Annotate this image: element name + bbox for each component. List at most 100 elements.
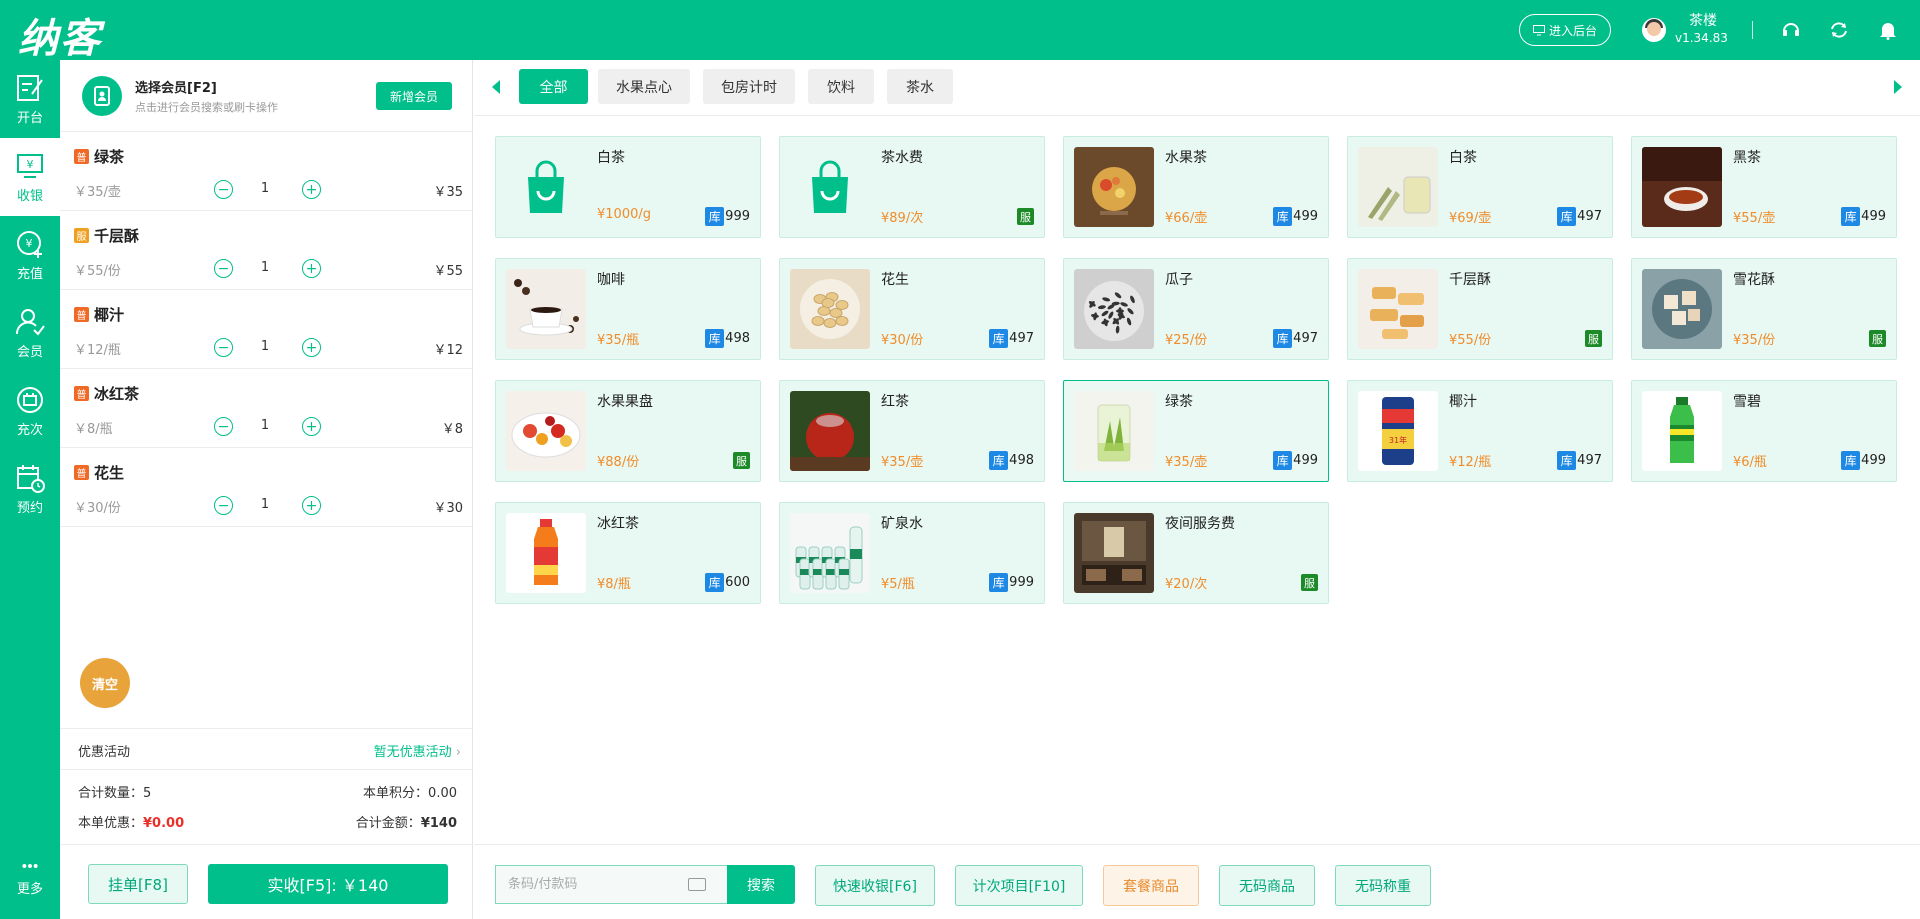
product-card[interactable]: 茶水费 ¥89/次 服 [779, 136, 1045, 238]
minus-icon[interactable]: − [214, 417, 233, 436]
product-name: 花生 [881, 272, 909, 288]
new-member-button[interactable]: 新增会员 [376, 82, 452, 110]
nav-count-card[interactable]: 充次 [0, 372, 60, 450]
category-tab[interactable]: 水果点心 [598, 69, 690, 104]
minus-icon[interactable]: − [214, 496, 233, 515]
coffee-photo [506, 269, 586, 349]
promo-row[interactable]: 优惠活动 暂无优惠活动 › [60, 728, 473, 770]
cart-footer: 挂单[F8] 实收[F5]: ￥140 [60, 844, 473, 919]
cart-item-name: 绿茶 [94, 148, 125, 166]
category-next-icon[interactable] [1894, 80, 1902, 94]
no-code-weigh-button[interactable]: 无码称重 [1335, 865, 1431, 906]
plus-icon[interactable]: + [302, 338, 321, 357]
chevron-right-icon: › [455, 745, 461, 760]
minus-icon[interactable]: − [214, 259, 233, 278]
product-card[interactable]: 冰红茶 ¥8/瓶 库 600 [495, 502, 761, 604]
stock-badge: 库 [705, 573, 725, 592]
category-tab[interactable]: 包房计时 [703, 69, 795, 104]
quick-cash-button[interactable]: 快速收银[F6] [815, 865, 935, 906]
cart-item-unit-price: ￥12/瓶 [74, 343, 121, 358]
count-item-button[interactable]: 计次项目[F10] [955, 865, 1083, 906]
nav-more[interactable]: 更多 [0, 838, 60, 916]
cart-item[interactable]: 普绿茶 ￥35/壶 − 1 + ￥35 [60, 132, 473, 211]
product-card[interactable]: 夜间服务费 ¥20/次 服 [1063, 502, 1329, 604]
product-price: ¥55/份 [1449, 333, 1492, 348]
member-select-bar[interactable]: 选择会员[F2] 点击进行会员搜索或刷卡操作 新增会员 [60, 60, 473, 132]
cart-item[interactable]: 普椰汁 ￥12/瓶 − 1 + ￥12 [60, 290, 473, 369]
search-button[interactable]: 搜索 [727, 865, 795, 904]
product-card[interactable]: 白茶 ¥69/壶 库 497 [1347, 136, 1613, 238]
plus-icon[interactable]: + [302, 259, 321, 278]
cart-item-qty[interactable]: 1 [255, 339, 275, 354]
clear-cart-button[interactable]: 清空 [80, 658, 130, 708]
hold-order-button[interactable]: 挂单[F8] [88, 864, 188, 904]
product-card[interactable]: 花生 ¥30/份 库 497 [779, 258, 1045, 360]
product-card[interactable]: 咖啡 ¥35/瓶 库 498 [495, 258, 761, 360]
nav-cashier[interactable]: ¥ 收银 [0, 138, 60, 216]
cart-item[interactable]: 普花生 ￥30/份 − 1 + ￥30 [60, 448, 473, 527]
category-tab[interactable]: 饮料 [808, 69, 874, 104]
cart-item-unit-price: ￥8/瓶 [74, 422, 113, 437]
ice-tea-bottle-photo [506, 513, 586, 593]
pay-button[interactable]: 实收[F5]: ￥140 [208, 864, 448, 904]
plus-icon[interactable]: + [302, 417, 321, 436]
cart-item[interactable]: 服千层酥 ￥55/份 − 1 + ￥55 [60, 211, 473, 290]
stock-count: 库 497 [1557, 207, 1602, 226]
app-logo: 纳客 [18, 16, 102, 62]
sync-icon[interactable] [1828, 19, 1850, 41]
combo-product-button[interactable]: 套餐商品 [1103, 865, 1199, 906]
minus-icon[interactable]: − [214, 180, 233, 199]
product-price: ¥6/瓶 [1733, 455, 1767, 470]
no-code-product-button[interactable]: 无码商品 [1219, 865, 1315, 906]
nav-open-table[interactable]: 开台 [0, 60, 60, 138]
product-card[interactable]: 31年 椰汁 ¥12/瓶 库 497 [1347, 380, 1613, 482]
product-card[interactable]: 红茶 ¥35/壶 库 498 [779, 380, 1045, 482]
item-type-badge: 普 [74, 465, 89, 480]
total-qty-label: 合计数量： [78, 786, 144, 801]
cart-item-qty[interactable]: 1 [255, 418, 275, 433]
cart-item-qty[interactable]: 1 [255, 260, 275, 275]
enter-backend-button[interactable]: 进入后台 [1519, 14, 1611, 46]
keyboard-icon[interactable] [688, 878, 706, 891]
nav-member[interactable]: 会员 [0, 294, 60, 372]
category-tab[interactable]: 全部 [519, 69, 588, 104]
bottom-toolbar: 搜索 快速收银[F6] 计次项目[F10] 套餐商品 无码商品 无码称重 [474, 844, 1920, 919]
bell-icon[interactable] [1877, 19, 1899, 41]
stock-value: 499 [1861, 453, 1886, 468]
product-card[interactable]: 雪花酥 ¥35/份 服 [1631, 258, 1897, 360]
headset-icon[interactable] [1780, 19, 1802, 41]
product-card[interactable]: 白茶 ¥1000/g 库 999 [495, 136, 761, 238]
promo-value[interactable]: 暂无优惠活动 › [374, 741, 461, 760]
product-card[interactable]: 水果茶 ¥66/壶 库 499 [1063, 136, 1329, 238]
product-card[interactable]: 千层酥 ¥55/份 服 [1347, 258, 1613, 360]
cart-item-qty[interactable]: 1 [255, 181, 275, 196]
category-bar: 全部 水果点心 包房计时 饮料 茶水 [474, 60, 1920, 116]
summary-row: 合计数量：5 本单积分：0.00 [60, 776, 473, 804]
nav-reservation[interactable]: 预约 [0, 450, 60, 528]
product-card[interactable]: 水果果盘 ¥88/份 服 [495, 380, 761, 482]
nougat-photo [1642, 269, 1722, 349]
product-card[interactable]: 瓜子 ¥25/份 库 497 [1063, 258, 1329, 360]
cart-item-qty[interactable]: 1 [255, 497, 275, 512]
plus-icon[interactable]: + [302, 496, 321, 515]
points-label: 本单积分： [363, 786, 429, 801]
product-card[interactable]: 矿泉水 ¥5/瓶 库 999 [779, 502, 1045, 604]
total-qty: 5 [143, 786, 152, 801]
stock-badge: 库 [989, 451, 1009, 470]
plus-icon[interactable]: + [302, 180, 321, 199]
category-prev-icon[interactable] [492, 80, 500, 94]
cart-item[interactable]: 普冰红茶 ￥8/瓶 − 1 + ￥8 [60, 369, 473, 448]
select-member-title: 选择会员[F2] [135, 81, 217, 96]
product-card[interactable]: 雪碧 ¥6/瓶 库 499 [1631, 380, 1897, 482]
item-type-badge: 普 [74, 386, 89, 401]
category-tab[interactable]: 茶水 [887, 69, 953, 104]
minus-icon[interactable]: − [214, 338, 233, 357]
avatar[interactable] [1642, 18, 1666, 42]
stock-badge: 库 [1841, 207, 1861, 226]
product-name: 水果茶 [1165, 150, 1207, 166]
product-card[interactable]: 黑茶 ¥55/壶 库 499 [1631, 136, 1897, 238]
nav-recharge[interactable]: ¥ 充值 [0, 216, 60, 294]
product-card[interactable]: 绿茶 ¥35/壶 库 499 [1063, 380, 1329, 482]
stock-badge: 库 [1557, 207, 1577, 226]
stock-value: 498 [1009, 453, 1034, 468]
